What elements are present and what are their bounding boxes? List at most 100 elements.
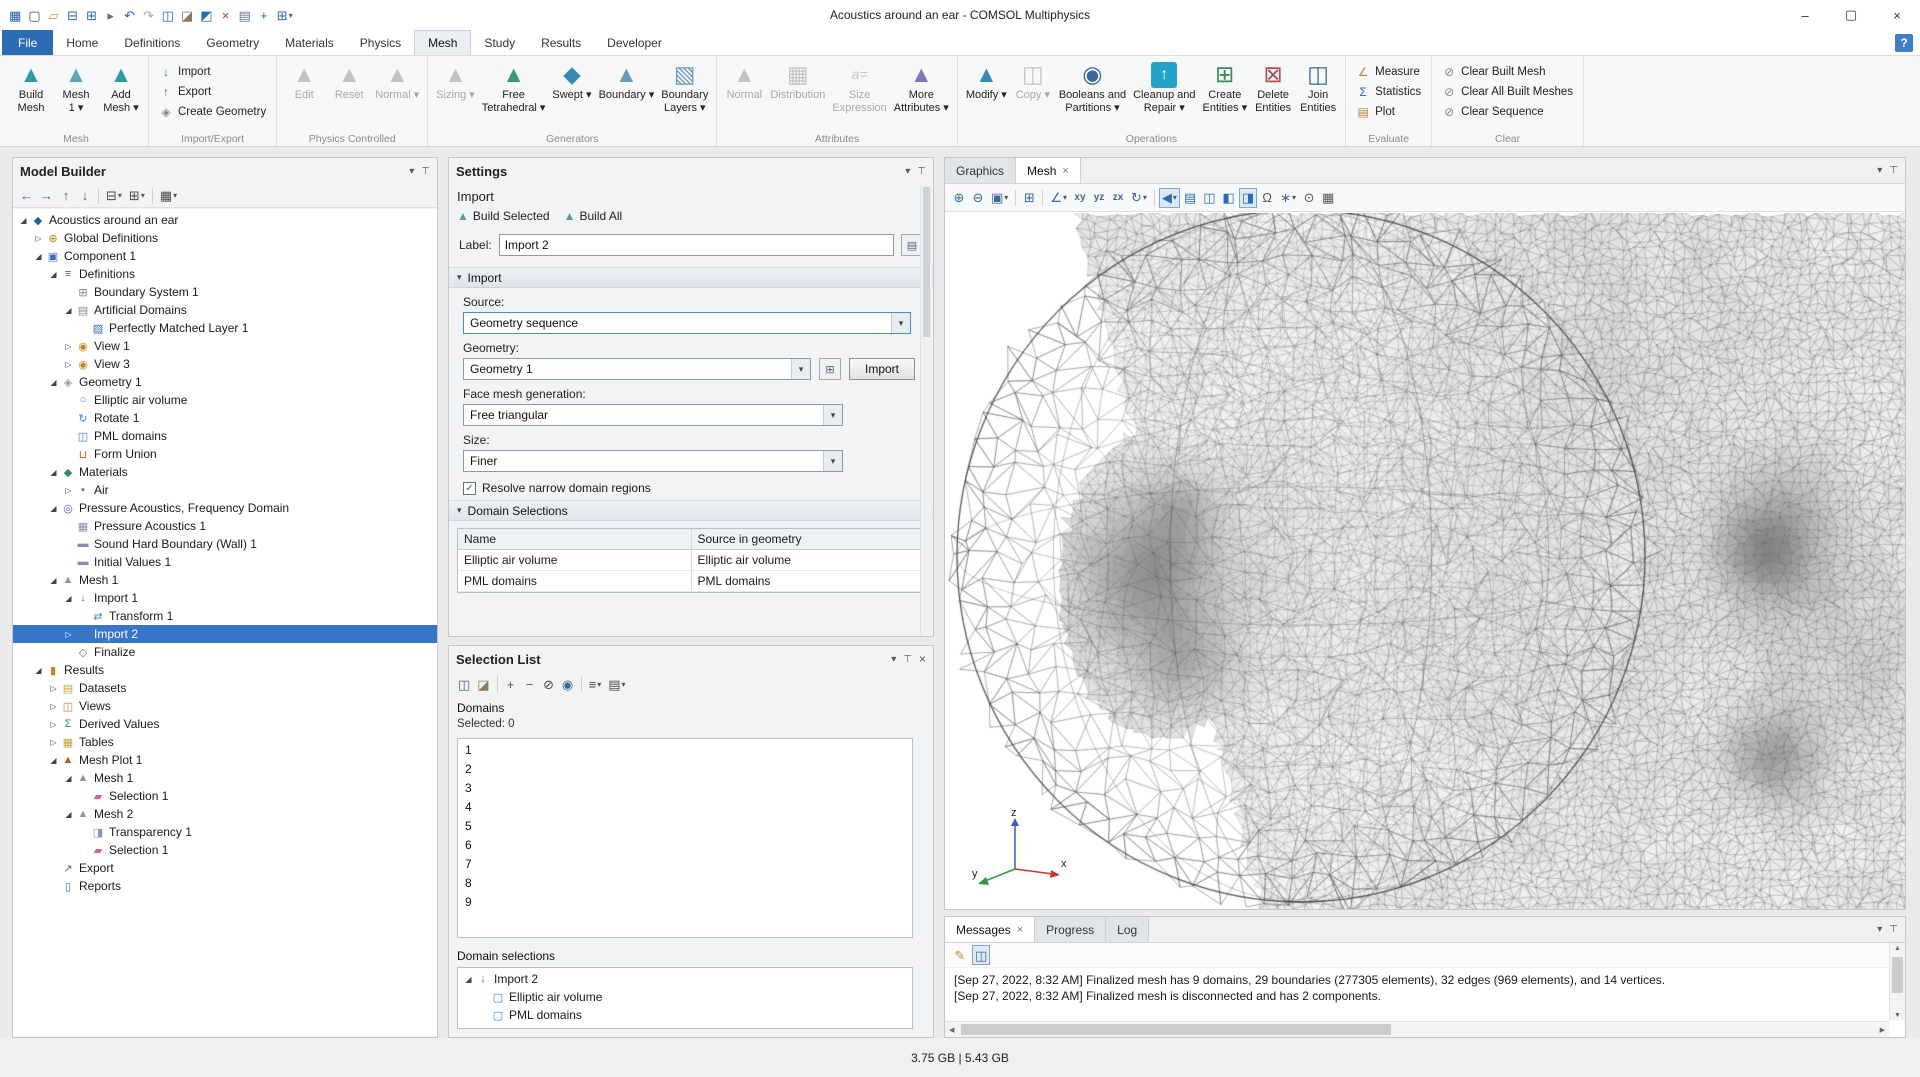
expanded-arrow-icon[interactable]: ◢ (62, 774, 75, 783)
tab-mesh[interactable]: Mesh× (1016, 158, 1081, 183)
app-button[interactable]: ▦ (6, 5, 24, 25)
tree-item-pressure-acoustics-frequency-domain[interactable]: ◢◎Pressure Acoustics, Frequency Domain (13, 499, 437, 517)
tree-item-datasets[interactable]: ▷▤Datasets (13, 679, 437, 697)
go-to-view-button[interactable]: ∠▾ (1047, 188, 1070, 208)
previous-view-button[interactable]: ◀▾ (1159, 188, 1180, 208)
mesh-canvas[interactable] (945, 213, 1905, 909)
ribbon-delete-entities-button[interactable]: ⊠DeleteEntities (1251, 59, 1295, 116)
ribbon-sizing-button[interactable]: ▲Sizing ▾ (433, 59, 478, 104)
domain-list-item-5[interactable]: 5 (458, 816, 912, 835)
tree-item-export[interactable]: ↗Export (13, 859, 437, 877)
ribbon-booleans-and-partitions-button[interactable]: ◉Booleans andPartitions ▾ (1056, 59, 1129, 116)
ribbon-clear-all-built-meshes-button[interactable]: ⊘Clear All Built Meshes (1437, 82, 1578, 101)
ribbon-join-entities-button[interactable]: ◫JoinEntities (1296, 59, 1340, 116)
ribbon-distribution-button[interactable]: ▦Distribution (767, 59, 828, 104)
ribbon-create-geometry-button[interactable]: ◈Create Geometry (154, 102, 271, 121)
expanded-arrow-icon[interactable]: ◢ (462, 975, 475, 984)
ribbon-add-mesh-button[interactable]: ▲AddMesh ▾ (99, 59, 143, 116)
go-to-source-button[interactable]: ⊞ (819, 358, 841, 380)
pin-icon[interactable]: ⊤ (903, 654, 912, 665)
ribbon-swept-button[interactable]: ◆Swept ▾ (549, 59, 594, 104)
import-section-header[interactable]: ▾ Import (449, 267, 933, 288)
column-header[interactable]: Name (458, 529, 692, 549)
scroll-up-icon[interactable]: ▲ (1890, 945, 1905, 952)
open-file-button[interactable]: ▱ (45, 5, 63, 25)
scroll-down-icon[interactable]: ▼ (1890, 1012, 1905, 1019)
collapse-all-button[interactable]: ⊟▾ (103, 186, 125, 206)
domain-list-item-8[interactable]: 8 (458, 873, 912, 892)
view-yz-button[interactable]: yz (1090, 188, 1108, 208)
import-button[interactable]: Import (849, 358, 915, 380)
domain-selections-section-header[interactable]: ▾ Domain Selections (449, 500, 933, 521)
tree-item-rotate-1[interactable]: ↻Rotate 1 (13, 409, 437, 427)
ribbon-size-expression-button[interactable]: a=SizeExpression (829, 59, 889, 116)
collapsed-arrow-icon[interactable]: ▷ (62, 360, 75, 369)
add-component-button[interactable]: + (255, 5, 273, 25)
close-button[interactable]: × (1874, 0, 1920, 30)
lock-view-button[interactable]: Ω (1258, 188, 1276, 208)
scrollbar-thumb[interactable] (961, 1024, 1391, 1035)
tab-progress[interactable]: Progress (1035, 917, 1106, 942)
pin-icon[interactable]: ⊤ (1889, 924, 1898, 935)
expanded-arrow-icon[interactable]: ◢ (47, 468, 60, 477)
ribbon-normal-button[interactable]: ▲Normal ▾ (372, 59, 422, 104)
menu-tab-physics[interactable]: Physics (347, 30, 414, 55)
add-to-selection-button[interactable]: + (502, 674, 520, 694)
paste-button[interactable]: ◪ (178, 5, 196, 25)
ribbon-free-tetrahedral-button[interactable]: ▲FreeTetrahedral ▾ (479, 59, 549, 116)
expanded-arrow-icon[interactable]: ◢ (47, 756, 60, 765)
panel-menu-icon[interactable]: ▾ (1877, 924, 1882, 935)
collapsed-arrow-icon[interactable]: ▷ (62, 486, 75, 495)
tab-messages[interactable]: Messages× (945, 917, 1035, 942)
tree-item-pressure-acoustics-1[interactable]: ▦Pressure Acoustics 1 (13, 517, 437, 535)
preferences-button[interactable]: ▤ (235, 5, 253, 25)
tree-item-geometry-1[interactable]: ◢◈Geometry 1 (13, 373, 437, 391)
close-panel-icon[interactable]: × (919, 652, 926, 666)
ribbon-plot-button[interactable]: ▤Plot (1351, 102, 1426, 121)
auto-log-button[interactable]: ✎ (951, 945, 969, 965)
size-dropdown[interactable]: Finer ▾ (463, 450, 843, 472)
duplicate-button[interactable]: ◩ (197, 5, 215, 25)
expanded-arrow-icon[interactable]: ◢ (47, 270, 60, 279)
ribbon-build-mesh-button[interactable]: ▲BuildMesh (9, 59, 53, 116)
move-down-button[interactable]: ↓ (76, 186, 94, 206)
undo-button[interactable]: ↶ (121, 5, 139, 25)
domain-list-item-7[interactable]: 7 (458, 854, 912, 873)
domain-list-item-1[interactable]: 1 (458, 740, 912, 759)
expanded-arrow-icon[interactable]: ◢ (62, 594, 75, 603)
tree-item-boundary-system-1[interactable]: ⊞Boundary System 1 (13, 283, 437, 301)
tree-item-import-2[interactable]: ▷↓Import 2 (13, 625, 437, 643)
tree-item-sound-hard-boundary-wall-1[interactable]: ▬Sound Hard Boundary (Wall) 1 (13, 535, 437, 553)
tree-item-elliptic-air-volume[interactable]: ○Elliptic air volume (13, 391, 437, 409)
menu-tab-mesh[interactable]: Mesh (414, 30, 471, 55)
redo-button[interactable]: ↷ (140, 5, 158, 25)
run-button[interactable]: ▸ (102, 5, 120, 25)
close-tab-icon[interactable]: × (1017, 924, 1023, 936)
menu-tab-study[interactable]: Study (471, 30, 528, 55)
tree-item-mesh-2[interactable]: ◢▲Mesh 2 (13, 805, 437, 823)
ribbon-clear-built-mesh-button[interactable]: ⊘Clear Built Mesh (1437, 62, 1578, 81)
domain-list-item-6[interactable]: 6 (458, 835, 912, 854)
tree-item-initial-values-1[interactable]: ▬Initial Values 1 (13, 553, 437, 571)
build-selected-button[interactable]: ▲ Build Selected (457, 209, 550, 223)
window-layout-button[interactable]: ⊞▾ (274, 5, 296, 25)
tree-item-component-1[interactable]: ◢▣Component 1 (13, 247, 437, 265)
domain-list-item-2[interactable]: 2 (458, 759, 912, 778)
expand-all-button[interactable]: ⊞▾ (126, 186, 148, 206)
ribbon-clear-sequence-button[interactable]: ⊘Clear Sequence (1437, 102, 1578, 121)
delete-button[interactable]: × (216, 5, 234, 25)
tree-item-transform-1[interactable]: ⇄Transform 1 (13, 607, 437, 625)
tree-item-form-union[interactable]: ⊔Form Union (13, 445, 437, 463)
zoom-out-button[interactable]: ⊖ (969, 188, 987, 208)
tree-item-finalize[interactable]: ◇Finalize (13, 643, 437, 661)
messages-horizontal-scrollbar[interactable]: ◀ ▶ (945, 1021, 1889, 1037)
expanded-arrow-icon[interactable]: ◢ (47, 504, 60, 513)
domain-selection-import-2[interactable]: ◢↓Import 2 (458, 970, 912, 988)
merged-view-button[interactable]: ◨ (1239, 188, 1257, 208)
ribbon-more-attributes-button[interactable]: ▲MoreAttributes ▾ (891, 59, 952, 116)
forward-button[interactable]: → (37, 186, 56, 206)
view-xy-button[interactable]: xy (1071, 188, 1089, 208)
scroll-left-icon[interactable]: ◀ (949, 1026, 954, 1034)
ribbon-statistics-button[interactable]: ΣStatistics (1351, 82, 1426, 101)
expanded-arrow-icon[interactable]: ◢ (47, 576, 60, 585)
